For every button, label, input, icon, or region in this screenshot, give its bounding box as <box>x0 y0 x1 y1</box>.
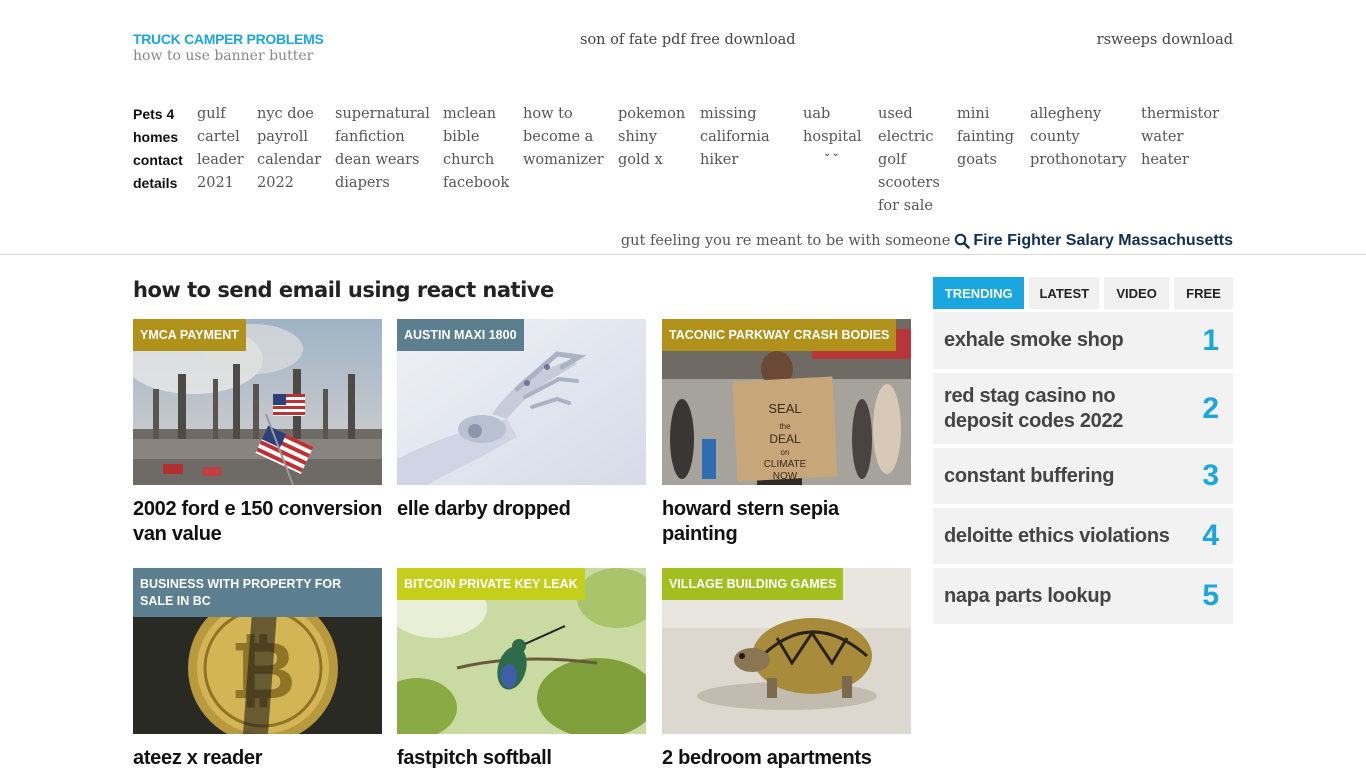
trending-item-rank: 5 <box>1202 579 1219 612</box>
site-title-link[interactable]: TRUCK CAMPER PROBLEMS <box>133 31 324 47</box>
trending-item-label: napa parts lookup <box>944 584 1112 607</box>
svg-text:NOW: NOW <box>773 471 798 482</box>
article-title[interactable]: fastpitch softball <box>397 746 646 768</box>
trending-item-label: red stag casino no deposit codes 2022 <box>944 384 1124 432</box>
tab-trending[interactable]: TRENDING <box>933 277 1025 309</box>
trending-item-rank: 1 <box>1202 323 1219 357</box>
article-card: VILLAGE BUILDING GAMES 2 bedroom apartme… <box>662 568 911 768</box>
search-bar: gut feeling you re meant to be with some… <box>621 232 1233 250</box>
nav-item-nyc-doe[interactable]: nyc doe payroll calendar 2022 <box>257 103 335 218</box>
article-card: SEAL the DEAL on CLIMATE NOW TACONIC PAR… <box>662 319 911 547</box>
tab-video[interactable]: VIDEO <box>1104 277 1170 309</box>
article-thumbnail[interactable]: AUSTIN MAXI 1800 <box>397 319 646 485</box>
trending-item-rank: 2 <box>1202 391 1219 425</box>
top-right-link[interactable]: rsweeps download <box>1097 32 1233 48</box>
trending-item[interactable]: constant buffering 3 <box>933 448 1233 504</box>
nav-item-womanizer[interactable]: how to become a womanizer <box>523 103 618 218</box>
nav-item-supernatural[interactable]: supernatural fanfiction dean wears diapers <box>335 103 443 218</box>
site-header: TRUCK CAMPER PROBLEMS how to use banner … <box>0 0 1366 255</box>
article-title[interactable]: howard stern sepia painting <box>662 497 911 547</box>
trending-item-label: deloitte ethics violations <box>944 524 1170 547</box>
nav-item-golf-scooters[interactable]: used electric golf scooters for sale <box>878 103 957 218</box>
trending-item-rank: 3 <box>1202 459 1219 492</box>
article-thumbnail[interactable]: SEAL the DEAL on CLIMATE NOW TACONIC PAR… <box>662 319 911 485</box>
tab-latest[interactable]: LATEST <box>1029 277 1100 309</box>
tab-free[interactable]: FREE <box>1174 277 1233 309</box>
nav-item-missing-hiker[interactable]: missing california hiker <box>700 103 803 218</box>
article-thumbnail[interactable]: ₿ BUSINESS WITH PROPERTY FOR SALE IN BC <box>133 568 382 734</box>
article-card: AUSTIN MAXI 1800 elle darby dropped <box>397 319 646 522</box>
search-keyword[interactable]: Fire Fighter Salary Massachusetts <box>973 232 1233 250</box>
article-card: BITCOIN PRIVATE KEY LEAK fastpitch softb… <box>397 568 646 768</box>
trending-item-rank: 4 <box>1202 519 1219 552</box>
top-center-link[interactable]: son of fate pdf free download <box>580 32 796 48</box>
article-card: YMCA PAYMENT 2002 ford e 150 conversion … <box>133 319 382 547</box>
category-badge[interactable]: TACONIC PARKWAY CRASH BODIES <box>662 319 897 351</box>
nav-item-mclean[interactable]: mclean bible church facebook <box>443 103 523 218</box>
main-nav: Pets 4 homes contact details gulf cartel lead… <box>133 103 1233 218</box>
svg-text:SEAL: SEAL <box>768 401 801 416</box>
trending-item[interactable]: exhale smoke shop 1 <box>933 312 1233 369</box>
svg-text:DEAL: DEAL <box>769 432 801 446</box>
svg-text:on: on <box>781 448 790 457</box>
category-badge[interactable]: YMCA PAYMENT <box>133 319 246 351</box>
trending-item[interactable]: napa parts lookup 5 <box>933 568 1233 624</box>
category-badge[interactable]: AUSTIN MAXI 1800 <box>397 319 524 351</box>
nav-item-allegheny[interactable]: allegheny county prothonotary <box>1030 103 1141 218</box>
section-title: how to send email using react native <box>133 278 554 302</box>
nav-item-uab-hospital[interactable]: uab hospital ⌄⌄ <box>803 103 878 218</box>
category-badge[interactable]: BITCOIN PRIVATE KEY LEAK <box>397 568 585 600</box>
search-text-link[interactable]: gut feeling you re meant to be with some… <box>621 233 950 249</box>
trending-item-label: exhale smoke shop <box>944 329 1124 351</box>
article-title[interactable]: ateez x reader <box>133 746 382 768</box>
article-title[interactable]: 2 bedroom apartments <box>662 746 911 768</box>
nav-item-pokemon[interactable]: pokemon shiny gold x <box>618 103 700 218</box>
article-card: ₿ BUSINESS WITH PROPERTY FOR SALE IN BC … <box>133 568 382 768</box>
site-tagline: how to use banner butter <box>133 48 314 64</box>
svg-text:the: the <box>779 422 791 431</box>
trending-item[interactable]: deloitte ethics violations 4 <box>933 508 1233 564</box>
sidebar-tabs: TRENDING LATEST VIDEO FREE <box>933 277 1233 309</box>
nav-item-pets[interactable]: Pets 4 homes contact details <box>133 103 197 218</box>
nav-item-fainting-goats[interactable]: mini fainting goats <box>957 103 1030 218</box>
trending-list: exhale smoke shop 1 red stag casino no d… <box>933 312 1233 624</box>
site-brand: TRUCK CAMPER PROBLEMS how to use banner … <box>133 31 324 64</box>
article-title[interactable]: elle darby dropped <box>397 497 646 522</box>
article-thumbnail[interactable]: VILLAGE BUILDING GAMES <box>662 568 911 734</box>
article-thumbnail[interactable]: YMCA PAYMENT <box>133 319 382 485</box>
article-thumbnail[interactable]: BITCOIN PRIVATE KEY LEAK <box>397 568 646 734</box>
trending-item[interactable]: red stag casino no deposit codes 2022 2 <box>933 373 1233 444</box>
category-badge[interactable]: BUSINESS WITH PROPERTY FOR SALE IN BC <box>133 568 382 617</box>
search-icon[interactable] <box>954 233 971 249</box>
svg-text:CLIMATE: CLIMATE <box>764 459 807 470</box>
trending-item-label: constant buffering <box>944 464 1115 487</box>
nav-item-thermistor[interactable]: thermistor water heater <box>1141 103 1233 218</box>
category-badge[interactable]: VILLAGE BUILDING GAMES <box>662 568 844 600</box>
nav-item-gulf-cartel[interactable]: gulf cartel leader 2021 <box>197 103 257 218</box>
chevron-down-icon[interactable]: ⌄⌄ <box>823 149 878 159</box>
sidebar: TRENDING LATEST VIDEO FREE exhale smoke … <box>933 277 1233 628</box>
article-title[interactable]: 2002 ford e 150 conversion van value <box>133 497 382 547</box>
